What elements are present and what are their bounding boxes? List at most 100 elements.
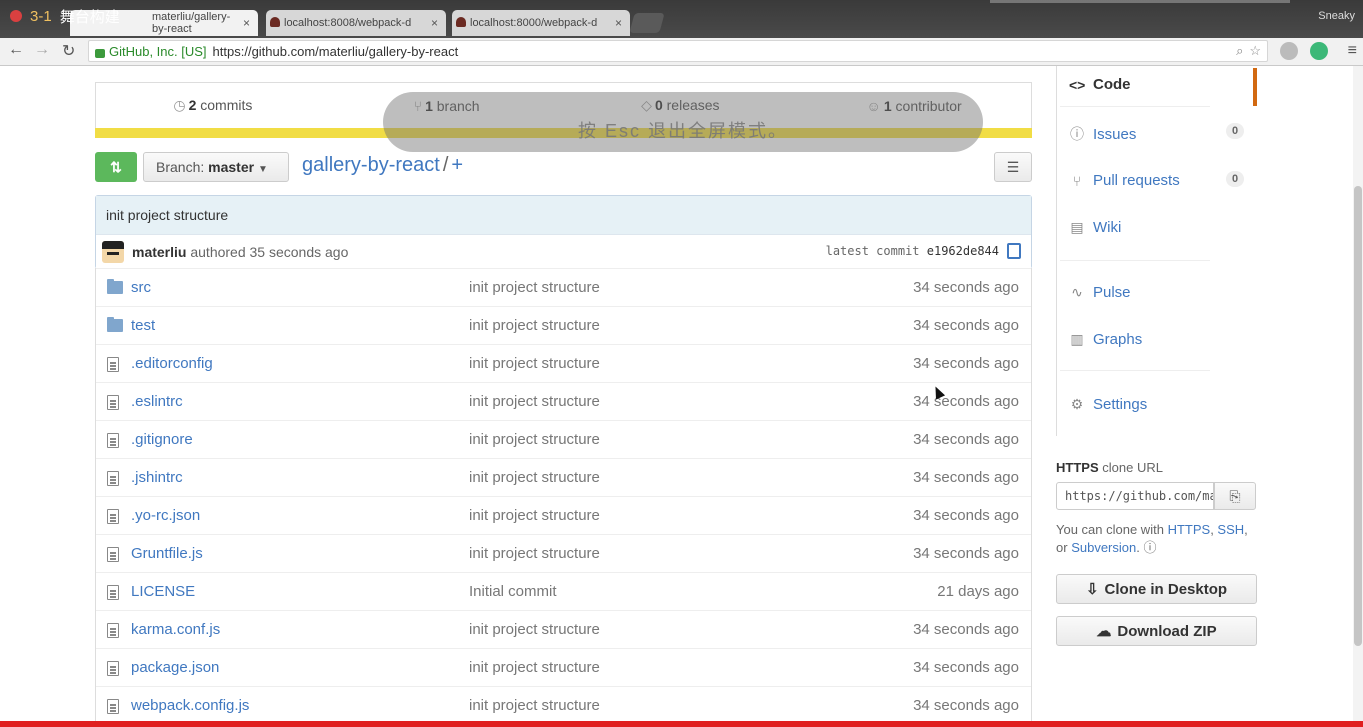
file-list: src init project structure 34 seconds ago t… [95, 268, 1032, 725]
file-row[interactable]: src init project structure 34 seconds ago [96, 268, 1031, 306]
new-tab-button[interactable] [629, 13, 665, 33]
pulls-count: 0 [1226, 171, 1244, 187]
file-commit-message[interactable]: init project structure [469, 697, 600, 714]
ssh-link[interactable]: SSH [1217, 522, 1244, 537]
file-row[interactable]: webpack.config.js init project structure 3… [96, 686, 1031, 724]
green-extension-icon[interactable] [1310, 42, 1328, 60]
commit-message[interactable]: init project structure [96, 196, 1031, 234]
file-row[interactable]: .jshintrc init project structure 34 second… [96, 458, 1031, 496]
compare-button[interactable]: ⇅ [95, 152, 137, 182]
file-name-link[interactable]: Gruntfile.js [131, 545, 203, 562]
nav-issues[interactable]: ⓘ Issues [1069, 124, 1136, 144]
new-file-link[interactable]: + [451, 154, 463, 176]
help-icon[interactable]: ⓘ [1143, 540, 1156, 555]
desktop-download-icon: ⇩ [1085, 581, 1099, 598]
tab-label: localhost:8008/webpack-d [284, 17, 412, 29]
avatar[interactable] [102, 241, 124, 263]
download-zip-button[interactable]: ☁ Download ZIP [1056, 616, 1257, 646]
zoom-icon[interactable]: ⌕ [1236, 43, 1243, 59]
file-row[interactable]: .eslintrc init project structure 34 second… [96, 382, 1031, 420]
subversion-link[interactable]: Subversion [1071, 540, 1136, 555]
video-title: 3-1 舞台构建 [10, 5, 120, 27]
close-icon[interactable]: × [431, 16, 438, 30]
star-icon[interactable]: ☆ [1249, 43, 1261, 59]
file-row[interactable]: .yo-rc.json init project structure 34 seco… [96, 496, 1031, 534]
https-link[interactable]: HTTPS [1168, 522, 1211, 537]
file-row[interactable]: LICENSE Initial commit 21 days ago [96, 572, 1031, 610]
file-name-link[interactable]: .jshintrc [131, 469, 183, 486]
browser-toolbar: ← → ↻ GitHub, Inc. [US] https://github.c… [0, 38, 1363, 66]
copy-url-button[interactable]: ⎘ [1214, 482, 1256, 510]
file-name-link[interactable]: LICENSE [131, 583, 195, 600]
scrollbar-thumb[interactable] [1354, 186, 1362, 646]
file-commit-message[interactable]: init project structure [469, 279, 600, 296]
cloud-download-icon: ☁ [1096, 623, 1112, 640]
file-row[interactable]: .editorconfig init project structure 34 se… [96, 344, 1031, 382]
file-icon [107, 509, 119, 524]
profile-name[interactable]: Sneaky [1318, 10, 1355, 22]
file-commit-message[interactable]: init project structure [469, 545, 600, 562]
file-row[interactable]: .gitignore init project structure 34 secon… [96, 420, 1031, 458]
commits-stat[interactable]: ◷ 2 commits [96, 97, 330, 114]
file-row[interactable]: karma.conf.js init project structure 34 se… [96, 610, 1031, 648]
address-bar[interactable]: GitHub, Inc. [US] https://github.com/mat… [88, 40, 1268, 62]
list-view-button[interactable]: ☰ [994, 152, 1032, 182]
file-commit-message[interactable]: init project structure [469, 469, 600, 486]
clipboard-icon[interactable] [1007, 243, 1021, 259]
author-link[interactable]: materliu [132, 244, 186, 260]
file-name-link[interactable]: .yo-rc.json [131, 507, 200, 524]
file-row[interactable]: test init project structure 34 seconds ago [96, 306, 1031, 344]
reload-icon[interactable]: ↻ [62, 41, 75, 61]
ev-certificate[interactable]: GitHub, Inc. [US] [109, 44, 207, 59]
branch-select[interactable]: Branch: master ▼ [143, 152, 289, 182]
file-commit-message[interactable]: init project structure [469, 317, 600, 334]
close-icon[interactable]: × [243, 16, 250, 30]
tab-localhost-8008[interactable]: localhost:8008/webpack-d × [266, 10, 446, 36]
file-name-link[interactable]: src [131, 279, 151, 296]
file-row[interactable]: package.json init project structure 34 sec… [96, 648, 1031, 686]
file-name-link[interactable]: .eslintrc [131, 393, 183, 410]
file-commit-message[interactable]: init project structure [469, 507, 600, 524]
nav-settings[interactable]: ⚙ Settings [1069, 396, 1147, 413]
file-icon [107, 623, 119, 638]
clone-desktop-button[interactable]: ⇩ Clone in Desktop [1056, 574, 1257, 604]
forward-icon[interactable]: → [34, 41, 50, 59]
favicon-icon [270, 17, 280, 27]
file-age: 34 seconds ago [913, 469, 1019, 486]
nav-graphs[interactable]: ▥ Graphs [1069, 331, 1142, 348]
file-name-link[interactable]: test [131, 317, 155, 334]
nav-pulse[interactable]: ∿ Pulse [1069, 284, 1130, 301]
file-commit-message[interactable]: init project structure [469, 393, 600, 410]
file-name-link[interactable]: .editorconfig [131, 355, 213, 372]
file-name-link[interactable]: package.json [131, 659, 219, 676]
file-age: 34 seconds ago [913, 697, 1019, 714]
lock-icon [95, 48, 105, 58]
file-commit-message[interactable]: init project structure [469, 355, 600, 372]
selected-indicator [1253, 68, 1257, 106]
file-name-link[interactable]: karma.conf.js [131, 621, 220, 638]
favicon-icon [456, 17, 466, 27]
clone-url-input[interactable]: https://github.com/materliu/gallery-by-r… [1056, 482, 1214, 510]
clipboard-icon: ⎘ [1229, 488, 1241, 504]
close-icon[interactable]: × [615, 16, 622, 30]
menu-icon[interactable]: ≡ [1348, 42, 1357, 60]
sha-link[interactable]: e1962de844 [927, 244, 999, 258]
page-scrollbar[interactable] [1353, 66, 1363, 721]
nav-code[interactable]: <> Code [1069, 76, 1131, 93]
video-title-text: 舞台构建 [59, 8, 120, 26]
file-commit-message[interactable]: init project structure [469, 431, 600, 448]
repo-name-link[interactable]: gallery-by-react [302, 154, 440, 176]
file-name-link[interactable]: .gitignore [131, 431, 193, 448]
file-commit-message[interactable]: Initial commit [469, 583, 557, 600]
file-icon [107, 395, 119, 410]
tab-localhost-8000[interactable]: localhost:8000/webpack-d × [452, 10, 630, 36]
file-row[interactable]: Gruntfile.js init project structure 34 sec… [96, 534, 1031, 572]
nav-pull-requests[interactable]: ⑂ Pull requests [1069, 172, 1180, 189]
file-name-link[interactable]: webpack.config.js [131, 697, 249, 714]
nav-wiki[interactable]: ▤ Wiki [1069, 219, 1121, 236]
url-text: https://github.com/materliu/gallery-by-r… [212, 43, 459, 59]
file-commit-message[interactable]: init project structure [469, 621, 600, 638]
back-icon[interactable]: ← [8, 41, 24, 59]
file-commit-message[interactable]: init project structure [469, 659, 600, 676]
globe-extension-icon[interactable] [1280, 42, 1298, 60]
